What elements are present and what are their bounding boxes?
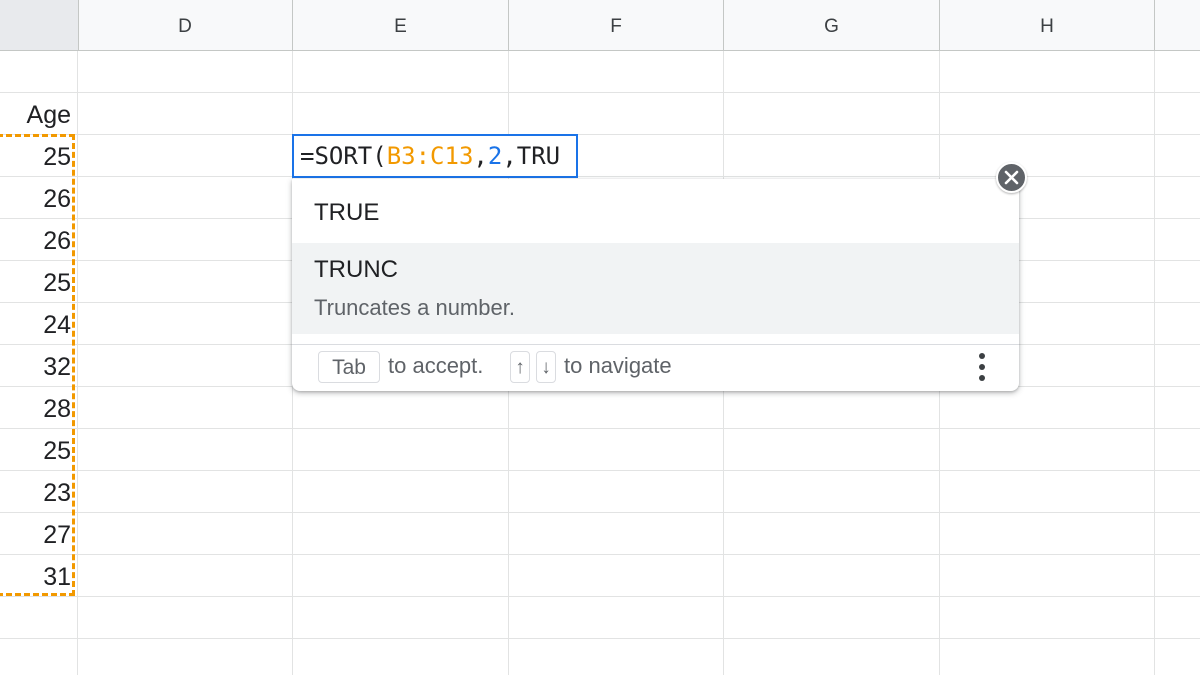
column-header-g[interactable]: G	[724, 0, 940, 50]
column-header-e[interactable]: E	[293, 0, 509, 50]
tab-key-badge: Tab	[318, 351, 380, 383]
navigate-hint: to navigate	[564, 353, 672, 378]
suggestion-trunc[interactable]: TRUNC Truncates a number.	[292, 243, 1019, 334]
column-header-d[interactable]: D	[78, 0, 293, 50]
row-divider	[0, 638, 1200, 639]
suggestion-true[interactable]: TRUE	[292, 179, 1019, 243]
arrow-down-icon: ↓	[536, 351, 556, 383]
autocomplete-popup: TRUE TRUNC Truncates a number. Tab to ac…	[292, 179, 1019, 391]
autocomplete-footer: Tab to accept. ↑ ↓ to navigate	[292, 344, 1019, 391]
column-header-f[interactable]: F	[509, 0, 724, 50]
suggestion-name: TRUNC	[314, 256, 398, 283]
formula-number-arg: 2	[487, 142, 503, 170]
suggestion-name: TRUE	[314, 199, 380, 226]
column-divider	[1154, 51, 1155, 675]
row-divider	[0, 596, 1200, 597]
column-divider	[77, 51, 78, 675]
row-divider	[0, 470, 1200, 471]
row-divider	[0, 428, 1200, 429]
accept-hint: to accept.	[388, 353, 484, 378]
suggestion-description: Truncates a number.	[314, 295, 515, 320]
column-header-bar: D E F G H	[0, 0, 1200, 51]
arrow-up-icon: ↑	[510, 351, 530, 383]
range-highlight	[0, 134, 75, 596]
row-divider	[0, 92, 1200, 93]
row-divider	[0, 512, 1200, 513]
formula-typed-text: TRU	[516, 142, 561, 170]
row-divider	[0, 554, 1200, 555]
formula-function: =SORT(	[300, 142, 387, 170]
formula-separator: ,	[473, 142, 488, 170]
spreadsheet-grid[interactable]: D E F G H Age 25 26 26 25 24 32 28 25 23…	[0, 0, 1200, 675]
formula-separator: ,	[502, 142, 517, 170]
column-header-c[interactable]	[0, 0, 79, 50]
close-icon[interactable]	[996, 162, 1027, 193]
cell-age-header[interactable]: Age	[0, 94, 71, 136]
column-header-h[interactable]: H	[940, 0, 1155, 50]
formula-range-ref: B3:C13	[386, 142, 474, 170]
more-vert-icon[interactable]	[970, 351, 994, 383]
formula-cell-editor[interactable]: =SORT(B3:C13,2,TRU	[292, 134, 578, 178]
row-divider	[0, 134, 1200, 135]
